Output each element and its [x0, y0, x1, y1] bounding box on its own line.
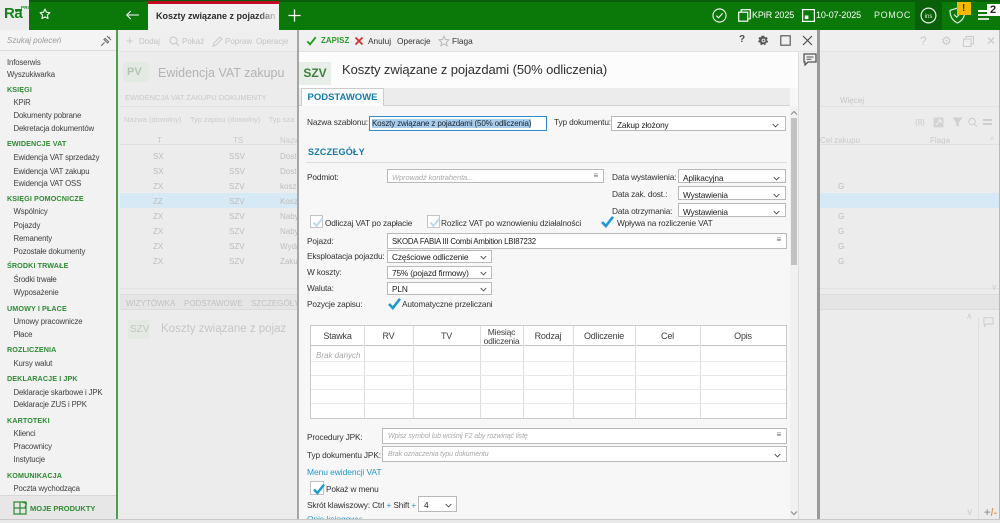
svg-text:ins: ins	[925, 14, 933, 20]
